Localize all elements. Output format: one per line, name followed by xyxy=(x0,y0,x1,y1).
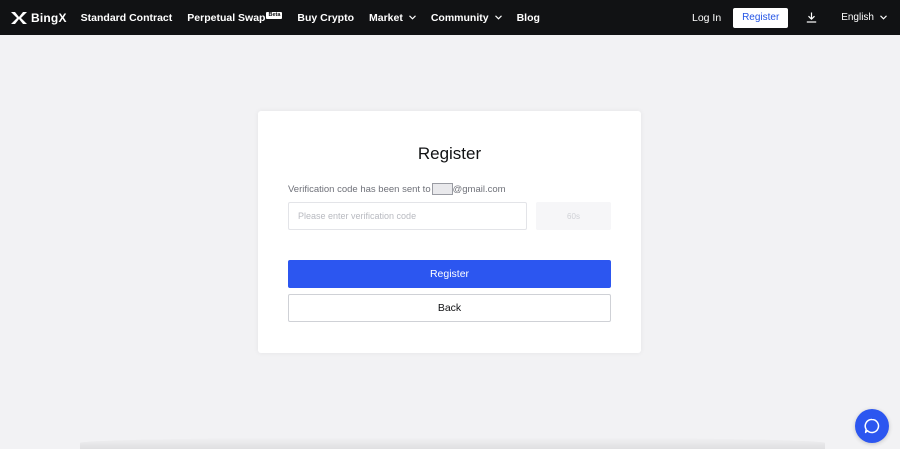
nav-item-label: Community xyxy=(430,11,489,24)
nav-item-label: Buy Crypto xyxy=(297,11,354,24)
verification-sent-message: Verification code has been sent to @gmai… xyxy=(288,183,506,195)
register-submit-button[interactable]: Register xyxy=(288,260,611,288)
register-top-button[interactable]: Register xyxy=(733,7,789,28)
nav-item-blog[interactable]: Blog xyxy=(517,12,540,24)
brand-logo[interactable]: BingX xyxy=(10,0,67,35)
chevron-down-icon xyxy=(494,15,502,20)
download-icon xyxy=(806,12,817,23)
register-card: Register Verification code has been sent… xyxy=(258,111,641,353)
chat-bubble-icon xyxy=(864,418,880,434)
resend-code-button[interactable]: 60s xyxy=(536,202,611,230)
bottom-shadow xyxy=(80,437,825,449)
nav-item-label: Blog xyxy=(516,11,540,24)
login-link[interactable]: Log In xyxy=(692,12,721,24)
language-label: English xyxy=(841,12,874,23)
nav-item-standard-contract[interactable]: Standard Contract xyxy=(81,12,173,24)
sent-suffix: @gmail.com xyxy=(452,183,506,195)
redacted-email-box xyxy=(431,183,453,195)
bingx-logo-icon xyxy=(11,11,27,24)
nav-item-buy-crypto[interactable]: Buy Crypto xyxy=(297,12,354,24)
nav-item-label: Perpetual Swap xyxy=(187,11,266,24)
nav-item-perpetual-swap[interactable]: Perpetual Swap Beta xyxy=(187,11,283,24)
nav-right: Log In Register English xyxy=(692,0,900,35)
download-button[interactable] xyxy=(806,12,817,23)
chat-support-button[interactable] xyxy=(855,409,889,443)
page-title: Register xyxy=(417,144,482,163)
chevron-down-icon xyxy=(408,15,416,20)
nav-item-market[interactable]: Market xyxy=(369,12,416,24)
back-button[interactable]: Back xyxy=(288,294,611,322)
nav-item-community[interactable]: Community xyxy=(431,12,502,24)
nav-item-label: Standard Contract xyxy=(80,11,173,24)
top-navbar: BingX Standard Contract Perpetual Swap B… xyxy=(0,0,900,35)
verification-code-input[interactable] xyxy=(288,202,527,230)
brand-name: BingX xyxy=(31,10,67,25)
chevron-down-icon xyxy=(880,15,887,20)
beta-badge: Beta xyxy=(266,12,283,19)
language-selector[interactable]: English xyxy=(841,12,887,23)
nav-links: Standard Contract Perpetual Swap Beta Bu… xyxy=(81,0,555,35)
page: BingX Standard Contract Perpetual Swap B… xyxy=(0,0,900,449)
nav-item-label: Market xyxy=(368,11,403,24)
sent-prefix: Verification code has been sent to xyxy=(288,183,431,195)
